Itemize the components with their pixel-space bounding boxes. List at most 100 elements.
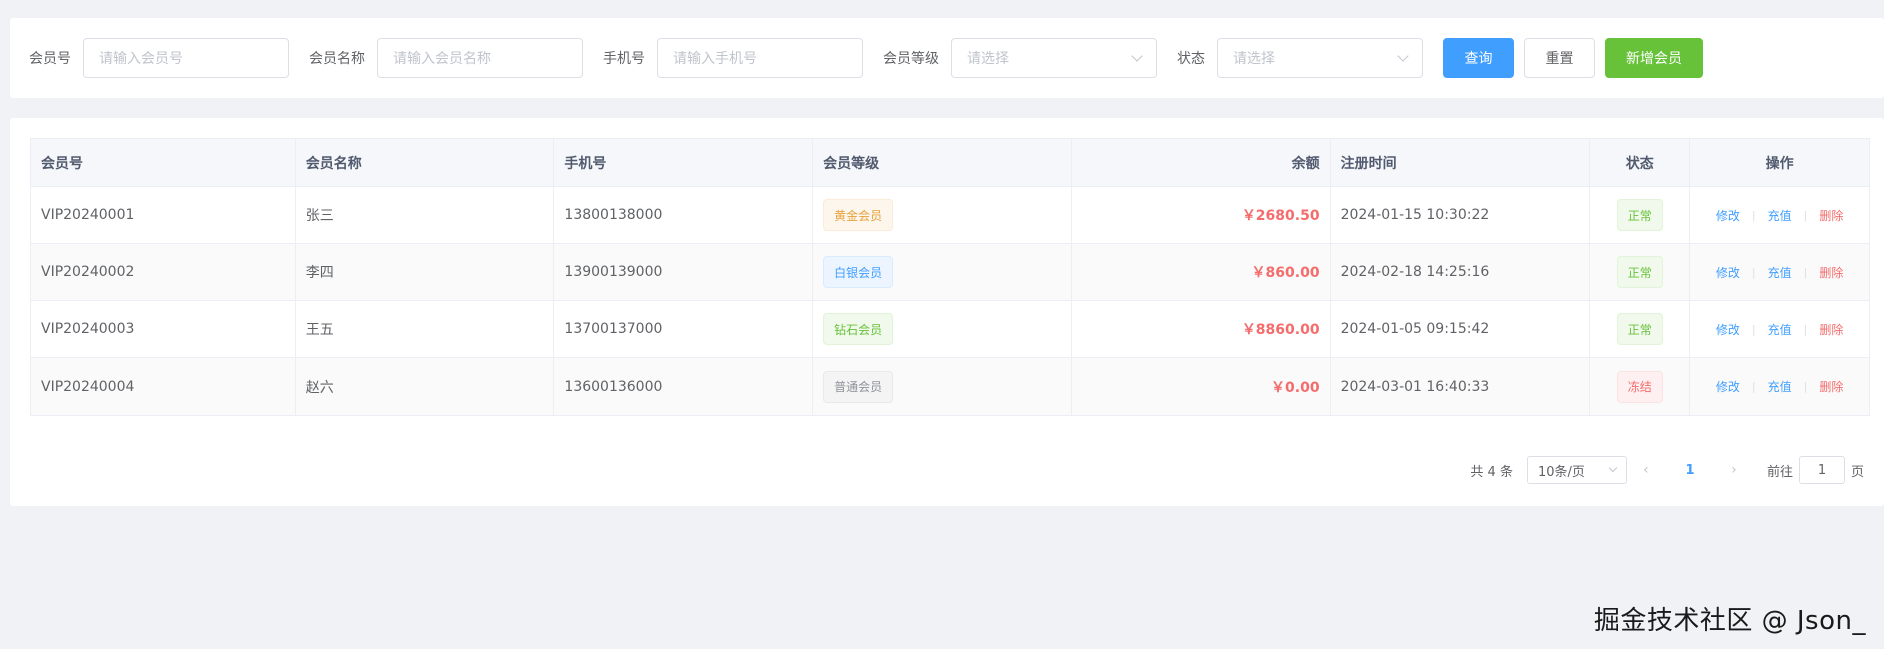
chevron-down-icon <box>1131 50 1143 62</box>
cell-member-id: VIP20240004 <box>31 358 296 415</box>
level-tag: 白银会员 <box>823 256 894 288</box>
page-number-current[interactable]: 1 <box>1675 456 1705 484</box>
table-row: VIP20240003 王五 13700137000 钻石会员 ￥8860.00… <box>31 301 1869 358</box>
member-name-placeholder: 请输入会员名称 <box>393 51 491 67</box>
delete-link[interactable]: 删除 <box>1819 264 1843 281</box>
prev-page-icon[interactable]: ‹ <box>1631 456 1661 484</box>
cell-member-name: 李四 <box>296 244 555 300</box>
cell-register-time: 2024-01-05 09:15:42 <box>1331 301 1591 357</box>
cell-phone: 13800138000 <box>554 187 814 243</box>
header-register-time: 注册时间 <box>1331 139 1591 186</box>
level-select[interactable]: 请选择 <box>951 38 1157 78</box>
edit-link[interactable]: 修改 <box>1716 378 1740 395</box>
action-divider: | <box>1803 208 1808 222</box>
action-divider: | <box>1751 265 1756 279</box>
search-form: 会员号 请输入会员号 会员名称 请输入会员名称 手机号 请输入手机号 会员等级 … <box>10 18 1884 98</box>
goto-suffix: 页 <box>1850 464 1864 480</box>
cell-actions: 修改 | 充值 | 删除 <box>1690 301 1869 357</box>
table-panel: 会员号 会员名称 手机号 会员等级 余额 注册时间 状态 操作 VIP20240… <box>10 118 1884 506</box>
cell-actions: 修改 | 充值 | 删除 <box>1690 358 1869 415</box>
delete-link[interactable]: 删除 <box>1819 207 1843 224</box>
member-name-item: 会员名称 请输入会员名称 <box>309 38 583 78</box>
row-actions: 修改 | 充值 | 删除 <box>1716 264 1843 281</box>
status-badge: 冻结 <box>1616 370 1663 403</box>
query-button[interactable]: 查询 <box>1443 38 1514 78</box>
recharge-link[interactable]: 充值 <box>1768 378 1792 395</box>
phone-label: 手机号 <box>603 51 645 67</box>
action-divider: | <box>1803 265 1808 279</box>
cell-level: 普通会员 <box>813 358 1072 415</box>
cell-phone: 13600136000 <box>554 358 814 415</box>
member-table: 会员号 会员名称 手机号 会员等级 余额 注册时间 状态 操作 VIP20240… <box>30 138 1870 416</box>
cell-balance: ￥860.00 <box>1072 244 1331 300</box>
cell-register-time: 2024-02-18 14:25:16 <box>1331 244 1591 300</box>
edit-link[interactable]: 修改 <box>1716 321 1740 338</box>
status-badge: 正常 <box>1616 313 1663 345</box>
next-page-icon[interactable]: › <box>1719 456 1749 484</box>
page-jump-input[interactable]: 1 <box>1798 456 1845 484</box>
row-actions: 修改 | 充值 | 删除 <box>1716 321 1843 338</box>
search-panel: 会员号 请输入会员号 会员名称 请输入会员名称 手机号 请输入手机号 会员等级 … <box>10 18 1884 98</box>
level-label: 会员等级 <box>883 51 939 67</box>
header-member-id: 会员号 <box>31 139 296 186</box>
cell-status: 正常 <box>1590 187 1691 243</box>
cell-actions: 修改 | 充值 | 删除 <box>1690 244 1869 300</box>
level-placeholder: 请选择 <box>967 51 1009 67</box>
delete-link[interactable]: 删除 <box>1819 378 1843 395</box>
recharge-link[interactable]: 充值 <box>1768 321 1792 338</box>
cell-level: 钻石会员 <box>813 301 1072 357</box>
chevron-down-icon <box>1608 463 1618 473</box>
status-select[interactable]: 请选择 <box>1217 38 1423 78</box>
action-divider: | <box>1751 380 1756 393</box>
balance-value: ￥860.00 <box>1251 265 1320 281</box>
cell-member-name: 张三 <box>296 187 555 243</box>
member-name-input[interactable]: 请输入会员名称 <box>377 38 583 78</box>
cell-register-time: 2024-03-01 16:40:33 <box>1331 358 1591 415</box>
pagination: 共 4 条 10条/页 ‹ 1 › 前往 1 页 <box>1470 456 1864 484</box>
cell-actions: 修改 | 充值 | 删除 <box>1690 187 1869 243</box>
action-divider: | <box>1803 322 1808 336</box>
recharge-link[interactable]: 充值 <box>1768 207 1792 224</box>
level-tag: 普通会员 <box>823 370 894 403</box>
member-id-label: 会员号 <box>29 51 71 67</box>
action-divider: | <box>1803 380 1808 393</box>
balance-value: ￥2680.50 <box>1241 208 1320 224</box>
balance-value: ￥0.00 <box>1271 379 1320 396</box>
delete-link[interactable]: 删除 <box>1819 321 1843 338</box>
add-member-button[interactable]: 新增会员 <box>1605 38 1703 78</box>
cell-balance: ￥8860.00 <box>1072 301 1331 357</box>
cell-level: 白银会员 <box>813 244 1072 300</box>
edit-link[interactable]: 修改 <box>1716 264 1740 281</box>
goto-prefix: 前往 <box>1766 464 1793 480</box>
status-item: 状态 请选择 <box>1177 38 1423 78</box>
table-row: VIP20240002 李四 13900139000 白银会员 ￥860.00 … <box>31 244 1869 301</box>
cell-register-time: 2024-01-15 10:30:22 <box>1331 187 1591 243</box>
action-divider: | <box>1751 208 1756 222</box>
header-balance: 余额 <box>1072 139 1331 186</box>
member-id-input[interactable]: 请输入会员号 <box>83 38 289 78</box>
cell-level: 黄金会员 <box>813 187 1072 243</box>
cell-status: 正常 <box>1590 301 1691 357</box>
header-level: 会员等级 <box>813 139 1072 186</box>
status-placeholder: 请选择 <box>1233 51 1275 67</box>
level-tag: 黄金会员 <box>823 199 894 231</box>
watermark: 掘金技术社区 @ Json_ <box>1593 606 1866 636</box>
cell-balance: ￥0.00 <box>1072 358 1331 415</box>
cell-member-id: VIP20240001 <box>31 187 296 243</box>
cell-phone: 13700137000 <box>554 301 814 357</box>
table-row: VIP20240001 张三 13800138000 黄金会员 ￥2680.50… <box>31 187 1869 244</box>
page-size-select[interactable]: 10条/页 <box>1526 456 1627 484</box>
cell-status: 冻结 <box>1590 358 1691 415</box>
recharge-link[interactable]: 充值 <box>1768 264 1792 281</box>
cell-member-id: VIP20240002 <box>31 244 296 300</box>
row-actions: 修改 | 充值 | 删除 <box>1716 207 1843 224</box>
page-jump: 前往 1 页 <box>1767 456 1864 484</box>
reset-button[interactable]: 重置 <box>1524 38 1595 78</box>
phone-placeholder: 请输入手机号 <box>673 51 757 67</box>
page-size-value: 10条/页 <box>1537 464 1585 480</box>
member-id-placeholder: 请输入会员号 <box>99 51 183 67</box>
edit-link[interactable]: 修改 <box>1716 207 1740 224</box>
cell-member-name: 赵六 <box>296 358 555 415</box>
header-status: 状态 <box>1590 139 1691 186</box>
phone-input[interactable]: 请输入手机号 <box>657 38 863 78</box>
